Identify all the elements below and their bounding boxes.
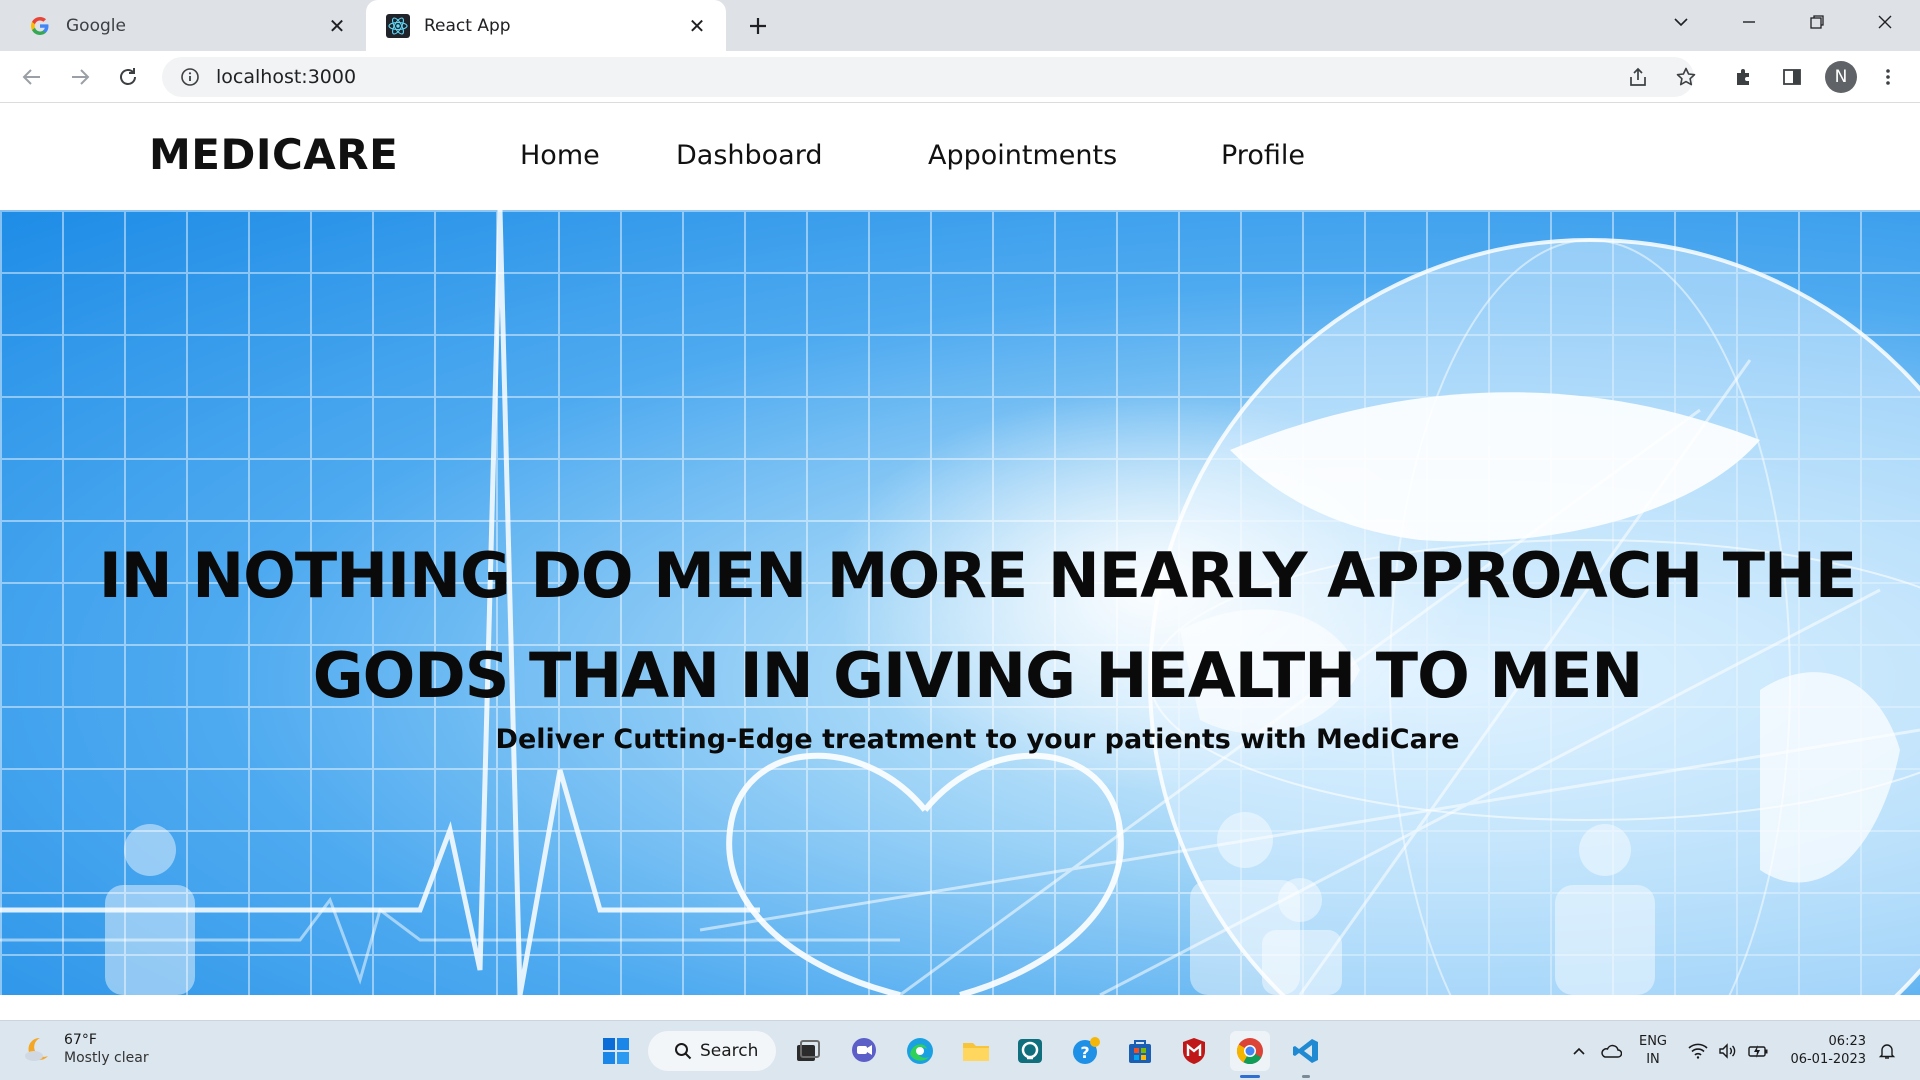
back-arrow-icon[interactable]	[14, 59, 50, 95]
clock-date: 06-01-2023	[1790, 1052, 1866, 1067]
show-hidden-icons-chevron[interactable]	[1566, 1031, 1592, 1071]
address-url: localhost:3000	[216, 66, 357, 88]
svg-text:?: ?	[1080, 1043, 1089, 1062]
nav-dashboard[interactable]: Dashboard	[676, 140, 822, 171]
search-icon	[674, 1042, 692, 1060]
react-logo-icon	[386, 13, 410, 38]
nav-profile[interactable]: Profile	[1221, 140, 1305, 171]
extensions-puzzle-icon[interactable]	[1726, 59, 1762, 95]
taskbar-search-label: Search	[700, 1041, 759, 1061]
browser-tab-strip: Google ✕ React App ✕	[0, 0, 1920, 51]
moon-cloud-icon	[25, 1037, 48, 1061]
hero-title-line-1: IN NOTHING DO MEN MORE NEARLY APPROACH T…	[98, 539, 1858, 612]
help-tips-icon[interactable]: ?	[1066, 1031, 1106, 1071]
region-code: IN	[1646, 1052, 1660, 1067]
tab-close-icon[interactable]: ✕	[682, 11, 712, 41]
google-g-icon	[28, 14, 52, 38]
windows-start-icon[interactable]	[596, 1031, 636, 1071]
tab-title: React App	[424, 15, 511, 36]
profile-avatar[interactable]: N	[1825, 61, 1857, 93]
minimize-icon[interactable]	[1716, 0, 1782, 44]
store-app-icon[interactable]	[1010, 1031, 1050, 1071]
weather-widget[interactable]: 67°F Mostly clear	[22, 1031, 149, 1067]
tab-google[interactable]: Google ✕	[0, 0, 366, 51]
reload-icon[interactable]	[110, 59, 146, 95]
task-view-icon[interactable]	[788, 1031, 828, 1071]
file-explorer-icon[interactable]	[956, 1031, 996, 1071]
tab-close-icon[interactable]: ✕	[322, 11, 352, 41]
notification-bell-icon[interactable]	[1874, 1031, 1900, 1071]
wifi-icon[interactable]	[1684, 1031, 1712, 1071]
address-bar[interactable]: localhost:3000	[162, 57, 1694, 97]
page-bottom-whitespace	[0, 995, 1920, 1020]
battery-charging-icon[interactable]	[1744, 1031, 1774, 1071]
language-code: ENG	[1638, 1034, 1667, 1049]
volume-icon[interactable]	[1714, 1031, 1742, 1071]
nav-appointments[interactable]: Appointments	[928, 140, 1117, 171]
site-logo[interactable]: MEDICARE	[149, 130, 398, 179]
weather-temp: 67°F	[64, 1032, 97, 1048]
tab-title: Google	[66, 15, 126, 36]
input-language[interactable]: ENG IN	[1636, 1033, 1670, 1069]
bookmark-star-icon[interactable]	[1668, 59, 1704, 95]
system-clock[interactable]: 06:23 06-01-2023	[1782, 1033, 1866, 1069]
vscode-icon[interactable]	[1286, 1031, 1326, 1071]
clock-time: 06:23	[1828, 1034, 1866, 1049]
edge-browser-icon[interactable]	[900, 1031, 940, 1071]
chrome-icon[interactable]	[1230, 1031, 1270, 1071]
vscode-running-indicator	[1302, 1075, 1310, 1078]
microsoft-store-icon[interactable]	[1120, 1031, 1160, 1071]
site-navbar: MEDICARE Home Dashboard Appointments Pro…	[0, 104, 1920, 210]
hero-title-line-2: GODS THAN IN GIVING HEALTH TO MEN	[312, 639, 1644, 712]
onedrive-cloud-icon[interactable]	[1596, 1031, 1626, 1071]
close-window-icon[interactable]	[1852, 0, 1918, 44]
restore-icon[interactable]	[1784, 0, 1850, 44]
tab-react-app[interactable]: React App ✕	[366, 0, 726, 51]
hero-subtitle: Deliver Cutting-Edge treatment to your p…	[495, 724, 1460, 755]
nav-home[interactable]: Home	[520, 140, 600, 171]
tab-search-chevron-icon[interactable]	[1648, 0, 1714, 44]
hero-title: IN NOTHING DO MEN MORE NEARLY APPROACH T…	[60, 526, 1895, 726]
side-panel-icon[interactable]	[1774, 59, 1810, 95]
windows-taskbar: 67°F Mostly clear Search ? ENG IN 06:23 …	[0, 1020, 1920, 1080]
hero-banner: IN NOTHING DO MEN MORE NEARLY APPROACH T…	[0, 210, 1920, 995]
mcafee-shield-icon[interactable]	[1174, 1031, 1214, 1071]
teams-chat-icon[interactable]	[844, 1031, 884, 1071]
taskbar-search[interactable]: Search	[648, 1031, 776, 1071]
browser-toolbar: localhost:3000 N	[0, 51, 1920, 103]
more-menu-icon[interactable]	[1870, 59, 1906, 95]
chrome-running-indicator	[1240, 1075, 1260, 1078]
site-info-icon[interactable]	[178, 65, 202, 89]
new-tab-icon[interactable]	[742, 10, 774, 42]
share-icon[interactable]	[1620, 59, 1656, 95]
forward-arrow-icon[interactable]	[62, 59, 98, 95]
weather-condition: Mostly clear	[64, 1050, 149, 1066]
